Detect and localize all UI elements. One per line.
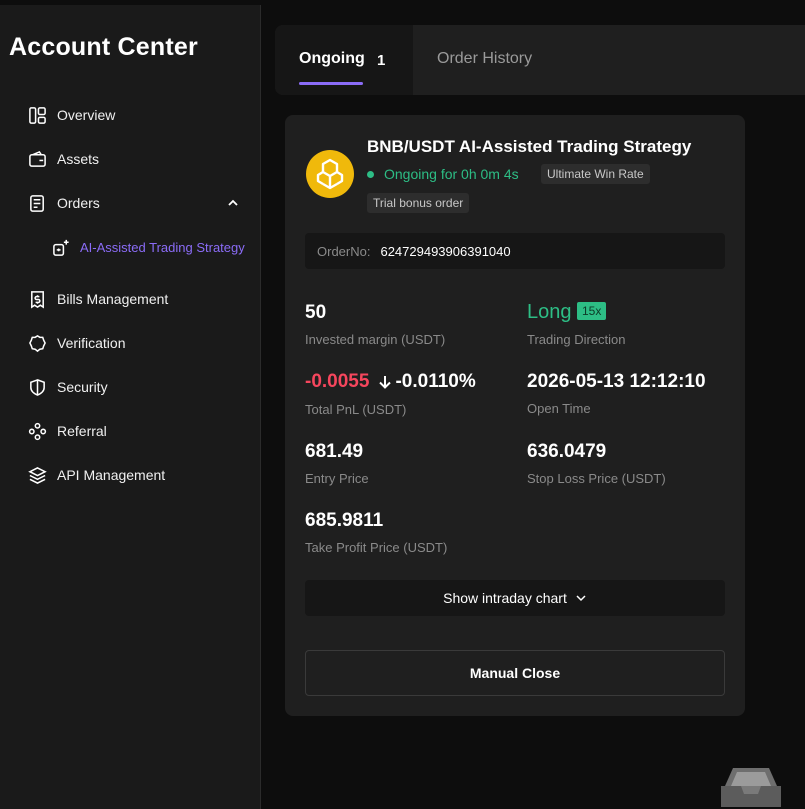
status-indicator: Ongoing for 0h 0m 4s	[367, 166, 519, 182]
inbox-tray-icon[interactable]	[719, 766, 783, 809]
tab-ongoing-count: 1	[377, 52, 386, 69]
stop-loss-value: 636.0479	[527, 441, 607, 462]
order-card: BNB/USDT AI-Assisted Trading Strategy On…	[285, 115, 745, 716]
sidebar-item-overview[interactable]: Overview	[28, 104, 115, 126]
bnb-coin-icon	[306, 150, 354, 198]
sidebar-title: Account Center	[9, 33, 198, 61]
manual-close-label: Manual Close	[469, 665, 561, 681]
shield-icon	[30, 378, 45, 396]
bills-icon	[31, 290, 44, 309]
ai-strategy-icon	[53, 239, 69, 256]
total-pnl-label: Total PnL (USDT)	[305, 402, 407, 417]
manual-close-button[interactable]: Manual Close	[305, 650, 725, 696]
order-tabs: Ongoing 1 Order History	[275, 25, 805, 95]
show-intraday-chart-label: Show intraday chart	[443, 590, 567, 606]
open-time-value: 2026-05-13 12:12:10	[527, 371, 706, 392]
overview-icon	[29, 106, 46, 124]
open-time-label: Open Time	[527, 401, 591, 416]
referral-icon	[28, 422, 47, 440]
trading-direction-value: Long	[527, 301, 572, 323]
layers-icon	[28, 466, 47, 484]
entry-price-value: 681.49	[305, 441, 364, 462]
sidebar-item-security[interactable]: Security	[28, 376, 108, 398]
orders-icon	[30, 194, 44, 212]
sidebar-item-assets[interactable]: Assets	[28, 148, 99, 170]
sidebar-item-bills[interactable]: Bills Management	[28, 288, 168, 310]
tab-ongoing-label: Ongoing	[299, 50, 365, 67]
tab-order-history[interactable]: Order History	[437, 50, 532, 68]
strategy-title: BNB/USDT AI-Assisted Trading Strategy	[367, 137, 692, 156]
chevron-down-icon	[576, 595, 586, 602]
sidebar-item-api[interactable]: API Management	[28, 464, 165, 486]
win-rate-badge: Ultimate Win Rate	[541, 164, 650, 184]
order-number-row: OrderNo: 624729493906391040	[305, 233, 725, 269]
order-number-value[interactable]: 624729493906391040	[380, 244, 510, 259]
sidebar-item-referral[interactable]: Referral	[28, 420, 107, 442]
take-profit-value: 685.9811	[305, 510, 384, 531]
sidebar-item-label: Bills Management	[57, 291, 169, 307]
sidebar-item-ai-strategy[interactable]: AI-Assisted Trading Strategy	[52, 236, 247, 258]
status-dot	[367, 170, 374, 178]
entry-price-label: Entry Price	[305, 471, 369, 486]
sidebar-item-orders[interactable]: Orders	[28, 192, 100, 214]
verification-icon	[29, 334, 46, 352]
sidebar-item-label: Assets	[57, 151, 100, 167]
sidebar-item-label: Referral	[57, 423, 107, 439]
status-text: Ongoing for 0h 0m 4s	[384, 166, 519, 182]
total-pnl-value: -0.0055	[305, 371, 370, 392]
sidebar-item-label: Security	[57, 379, 108, 395]
sidebar-item-label: Overview	[57, 107, 116, 123]
stop-loss-label: Stop Loss Price (USDT)	[527, 471, 666, 486]
tab-active-indicator	[299, 82, 363, 85]
total-pnl-row: -0.0055 -0.0110%	[305, 371, 476, 393]
sidebar-item-label: AI-Assisted Trading Strategy	[80, 239, 245, 255]
sidebar-item-label: Orders	[57, 195, 100, 211]
arrow-down-icon	[379, 376, 392, 389]
sidebar-item-label: Verification	[57, 335, 126, 351]
leverage-badge: 15x	[577, 302, 607, 320]
total-pnl-percent: -0.0110%	[395, 371, 476, 392]
sidebar-item-label: API Management	[57, 467, 166, 483]
chevron-up-icon[interactable]	[228, 198, 238, 208]
wallet-icon	[29, 150, 46, 167]
trading-direction-label: Trading Direction	[527, 332, 626, 347]
invested-margin-label: Invested margin (USDT)	[305, 332, 446, 347]
take-profit-label: Take Profit Price (USDT)	[305, 540, 448, 555]
sidebar-item-verification[interactable]: Verification	[28, 332, 125, 354]
trial-bonus-badge: Trial bonus order	[367, 193, 470, 213]
order-number-label: OrderNo:	[317, 243, 371, 259]
tab-ongoing[interactable]: Ongoing 1	[275, 25, 413, 95]
sidebar: Account Center Overview Assets Orders AI…	[0, 5, 261, 809]
show-intraday-chart-button[interactable]: Show intraday chart	[305, 580, 725, 616]
invested-margin-value: 50	[305, 302, 327, 323]
